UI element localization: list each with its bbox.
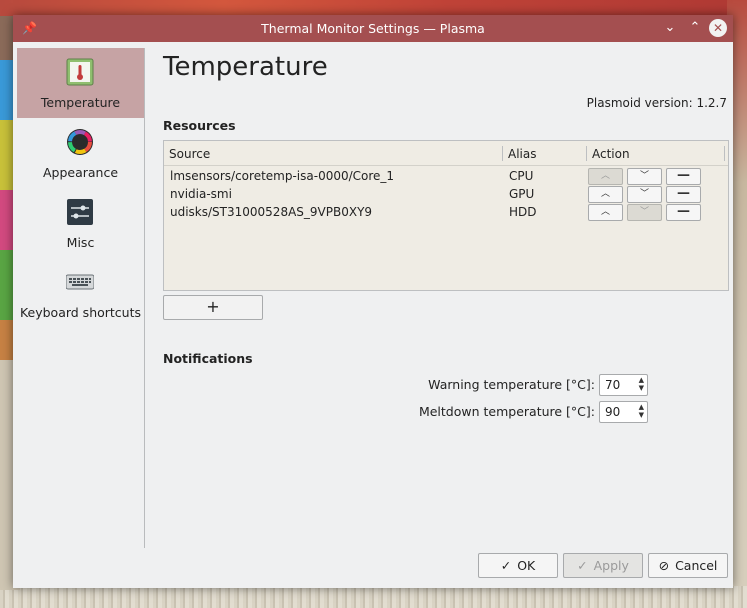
alias-cell: CPU: [509, 169, 534, 183]
thermometer-icon: [66, 58, 94, 86]
sidebar-item-misc[interactable]: Misc: [17, 188, 144, 258]
cancel-icon: ⊘: [658, 558, 670, 573]
header-divider: [164, 165, 728, 166]
sidebar-item-label: Appearance: [42, 165, 119, 180]
resources-heading: Resources: [163, 118, 236, 133]
move-down-button[interactable]: ﹀: [627, 168, 662, 185]
warning-temperature-label: Warning temperature [°C]:: [428, 377, 595, 392]
color-wheel-icon: [67, 129, 93, 155]
close-button[interactable]: ✕: [709, 19, 727, 37]
add-resource-button[interactable]: +: [163, 295, 263, 320]
warning-temperature-value[interactable]: 70: [605, 378, 620, 392]
title-bar[interactable]: 📌 Thermal Monitor Settings — Plasma ⌄ ⌃ …: [13, 15, 733, 42]
source-cell: lmsensors/coretemp-isa-0000/Core_1: [170, 169, 395, 183]
column-separator: [502, 146, 503, 161]
table-row[interactable]: lmsensors/coretemp-isa-0000/Core_1 CPU ︿…: [164, 168, 728, 186]
column-header-alias[interactable]: Alias: [508, 147, 536, 161]
notifications-heading: Notifications: [163, 351, 253, 366]
check-icon: ✓: [500, 558, 512, 573]
source-cell: udisks/ST31000528AS_9VPB0XY9: [170, 205, 373, 219]
column-header-source[interactable]: Source: [169, 147, 210, 161]
move-down-button[interactable]: ﹀: [627, 204, 662, 221]
table-row[interactable]: nvidia-smi GPU ︿ ﹀ —: [164, 186, 728, 204]
settings-window: 📌 Thermal Monitor Settings — Plasma ⌄ ⌃ …: [13, 15, 733, 588]
resources-table: Source Alias Action lmsensors/coretemp-i…: [163, 140, 729, 291]
window-title: Thermal Monitor Settings — Plasma: [261, 21, 485, 36]
remove-button[interactable]: —: [666, 186, 701, 203]
ok-label: OK: [517, 558, 536, 573]
warning-temperature-spinbox[interactable]: 70 ▲ ▼: [599, 374, 648, 396]
sidebar-divider: [144, 48, 145, 548]
maximize-button[interactable]: ⌃: [686, 19, 704, 37]
move-up-button[interactable]: ︿: [588, 168, 623, 185]
move-up-button[interactable]: ︿: [588, 204, 623, 221]
minimize-button[interactable]: ⌄: [661, 19, 679, 37]
column-header-action[interactable]: Action: [592, 147, 630, 161]
sidebar-item-appearance[interactable]: Appearance: [17, 118, 144, 188]
check-icon: ✓: [577, 558, 588, 573]
alias-cell: GPU: [509, 187, 535, 201]
desktop-top-strip: [0, 0, 747, 16]
spin-arrows-icon[interactable]: ▲ ▼: [639, 403, 644, 419]
sidebar-item-temperature[interactable]: Temperature: [17, 48, 144, 118]
source-cell: nvidia-smi: [170, 187, 232, 201]
sidebar-item-label: Misc: [66, 235, 95, 250]
remove-button[interactable]: —: [666, 204, 701, 221]
version-label: Plasmoid version: 1.2.7: [586, 96, 727, 110]
remove-button[interactable]: —: [666, 168, 701, 185]
page-title: Temperature: [163, 52, 328, 82]
sidebar: Temperature Appearance Misc Keyboard sho…: [17, 48, 144, 548]
apply-button[interactable]: ✓ Apply: [563, 553, 643, 578]
meltdown-temperature-spinbox[interactable]: 90 ▲ ▼: [599, 401, 648, 423]
move-down-button[interactable]: ﹀: [627, 186, 662, 203]
spin-arrows-icon[interactable]: ▲ ▼: [639, 376, 644, 392]
move-up-button[interactable]: ︿: [588, 186, 623, 203]
apply-label: Apply: [593, 558, 629, 573]
table-row[interactable]: udisks/ST31000528AS_9VPB0XY9 HDD ︿ ﹀ —: [164, 204, 728, 222]
ok-button[interactable]: ✓ OK: [478, 553, 558, 578]
cancel-button[interactable]: ⊘ Cancel: [648, 553, 728, 578]
column-separator: [586, 146, 587, 161]
cancel-label: Cancel: [675, 558, 718, 573]
column-separator: [724, 146, 725, 161]
sidebar-item-label: Temperature: [40, 95, 121, 110]
meltdown-temperature-value[interactable]: 90: [605, 405, 620, 419]
sidebar-item-keyboard-shortcuts[interactable]: Keyboard shortcuts: [17, 258, 144, 328]
sidebar-item-label: Keyboard shortcuts: [19, 305, 142, 320]
alias-cell: HDD: [509, 205, 537, 219]
meltdown-temperature-label: Meltdown temperature [°C]:: [418, 404, 595, 419]
desktop-bottom-strip: [0, 586, 747, 608]
keyboard-icon: [66, 274, 94, 290]
sliders-icon: [67, 199, 93, 225]
